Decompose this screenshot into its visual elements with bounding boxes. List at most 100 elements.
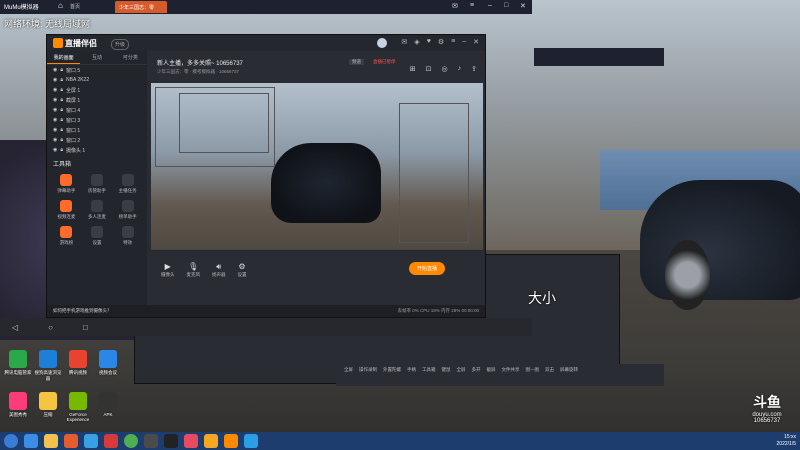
lock-icon[interactable]: 🔒︎ (60, 67, 63, 73)
lock-icon[interactable]: 🔒︎ (60, 107, 63, 113)
camera-control[interactable]: ▶ 摄像头 (161, 262, 175, 278)
eye-icon[interactable]: ◉ (53, 147, 57, 153)
lock-icon[interactable]: 🔒︎ (60, 77, 63, 83)
message-icon[interactable]: ✉ (401, 38, 407, 46)
tool-multi-link[interactable]: 多人连麦 (82, 200, 113, 220)
room-tag[interactable]: 频道 (349, 59, 364, 65)
tab-interact[interactable]: 互动 (80, 51, 113, 64)
source-item[interactable]: ◉ 🔒︎ 窗口 3 (47, 115, 147, 125)
tab-category[interactable]: 可分类 (114, 51, 147, 64)
tool-video-link[interactable]: 视频连麦 (51, 200, 82, 220)
tab-my-scene[interactable]: 我的画面 (47, 51, 81, 64)
close-icon[interactable]: ✕ (520, 2, 526, 10)
eye-icon[interactable]: ◉ (53, 77, 57, 83)
toolbar-item[interactable]: 屏幕旋转 (560, 367, 578, 383)
lock-icon[interactable]: 🔒︎ (60, 127, 63, 133)
source-item[interactable]: ◉ 🔒︎ 窗口 1 (47, 125, 147, 135)
menu-icon[interactable]: ≡ (470, 2, 474, 9)
lock-icon[interactable]: 🔒︎ (60, 147, 63, 153)
minimize-icon[interactable]: – (462, 38, 466, 46)
toolbar-item[interactable]: 外置陀螺 (383, 367, 401, 383)
source-item[interactable]: ◉ 🔒︎ NBA 2K22 (47, 75, 147, 85)
media-icon[interactable] (64, 434, 78, 448)
grid-icon[interactable]: ⊞ (410, 65, 416, 73)
chrome-icon[interactable] (124, 434, 138, 448)
toolbar-item[interactable]: 键鼠 (442, 367, 451, 383)
room-title[interactable]: 新人主播，多多关照~ 10656737 (157, 58, 243, 67)
start-button[interactable] (4, 434, 18, 448)
skin-icon[interactable]: ◈ (414, 38, 419, 46)
explorer-icon[interactable] (44, 434, 58, 448)
desktop-icon[interactable]: 腾讯视频 (64, 350, 92, 376)
tool-settings[interactable]: 设置 (82, 226, 113, 246)
upgrade-badge[interactable]: 升级 (111, 39, 130, 50)
netease-icon[interactable] (104, 434, 118, 448)
share-icon[interactable]: ⇪ (471, 65, 477, 73)
toolbar-item[interactable]: 图一图 (526, 367, 540, 383)
desktop-icon[interactable]: APK (94, 392, 122, 417)
eye-icon[interactable]: ◉ (53, 87, 57, 93)
home-tab-label[interactable]: 首页 (70, 3, 80, 10)
sogou-icon[interactable] (84, 434, 98, 448)
close-icon[interactable]: ✕ (473, 38, 479, 46)
ie-icon[interactable] (24, 434, 38, 448)
lock-icon[interactable]: 🔒︎ (60, 87, 63, 93)
app-icon[interactable] (144, 434, 158, 448)
orange-icon[interactable] (204, 434, 218, 448)
source-item[interactable]: ◉ 🔒︎ 摄像头 1 (47, 145, 147, 155)
eye-icon[interactable]: ◉ (53, 117, 57, 123)
mic-control[interactable]: 🎙︎ 麦克风 (187, 262, 201, 278)
mumu-icon[interactable] (244, 434, 258, 448)
avatar[interactable] (377, 38, 387, 48)
toolbar-item[interactable]: 文件共享 (502, 367, 520, 383)
desktop-icon[interactable]: 搜狗高速浏览器 (34, 350, 62, 382)
eye-icon[interactable]: ◉ (53, 127, 57, 133)
source-item[interactable]: ◉ 🔒︎ 全屏 1 (47, 85, 147, 95)
desktop-icon[interactable]: 美图秀秀 (4, 392, 32, 418)
toolbar-item[interactable]: 多开 (472, 367, 481, 383)
recents-icon[interactable]: □ (83, 323, 88, 332)
desktop-icon[interactable]: GeForce Experience (64, 392, 92, 422)
source-item[interactable]: ◉ 🔒︎ 窗口 5 (47, 65, 147, 75)
stream-preview[interactable] (151, 83, 483, 257)
notification-icon[interactable]: ✉ (452, 2, 458, 10)
game-tab[interactable]: 少年三国志：零 (115, 1, 167, 13)
desktop-icon[interactable]: 压缩 (34, 392, 62, 418)
settings-control[interactable]: ⚙ 设置 (238, 262, 247, 278)
tool-task[interactable]: 主播任务 (112, 174, 143, 194)
toolbar-item[interactable]: 双击 (545, 367, 554, 383)
tool-danmu[interactable]: 弹幕助手 (51, 174, 82, 194)
back-icon[interactable]: ◁ (12, 323, 18, 332)
lock-icon[interactable]: ⊡ (426, 65, 432, 73)
toolbar-item[interactable]: 手柄 (407, 367, 416, 383)
lock-icon[interactable]: 🔒︎ (60, 117, 63, 123)
eye-icon[interactable]: ◉ (53, 137, 57, 143)
desktop-icon[interactable]: 视频会议 (94, 350, 122, 376)
source-item[interactable]: ◉ 🔒︎ 窗口 2 (47, 135, 147, 145)
toolbar-item[interactable]: 全屏 (457, 367, 466, 383)
toolbar-item[interactable]: 全屏 (344, 367, 353, 383)
clock[interactable]: 15:xx 2022/1/5 (777, 434, 796, 448)
minimize-icon[interactable]: – (488, 2, 492, 9)
tool-effects[interactable]: 特效 (112, 226, 143, 246)
lock-icon[interactable]: 🔒︎ (60, 97, 63, 103)
source-item[interactable]: ◉ 🔒︎ 截屏 1 (47, 95, 147, 105)
eye-icon[interactable]: ◉ (53, 97, 57, 103)
record-icon[interactable]: ◎ (442, 65, 448, 73)
home-icon[interactable]: ⌂ (58, 1, 63, 10)
start-live-button[interactable]: 开始直播 (409, 262, 446, 275)
lock-icon[interactable]: 🔒︎ (60, 137, 63, 143)
tool-manager[interactable]: 房管助手 (82, 174, 113, 194)
menu-icon[interactable]: ≡ (451, 38, 455, 46)
help-tip[interactable]: 如何把手机游戏推到摄像头？ (53, 308, 112, 313)
tool-game-rank[interactable]: 游戏榜 (51, 226, 82, 246)
g-icon[interactable] (164, 434, 178, 448)
home-nav-icon[interactable]: ○ (48, 323, 53, 332)
toolbar-item[interactable]: 操作录制 (359, 367, 377, 383)
maximize-icon[interactable]: □ (504, 2, 508, 9)
eye-icon[interactable]: ◉ (53, 107, 57, 113)
bell-icon[interactable]: ♪ (458, 65, 462, 73)
gift-icon[interactable]: ♥ (427, 38, 431, 46)
eye-icon[interactable]: ◉ (53, 67, 57, 73)
source-item[interactable]: ◉ 🔒︎ 窗口 4 (47, 105, 147, 115)
